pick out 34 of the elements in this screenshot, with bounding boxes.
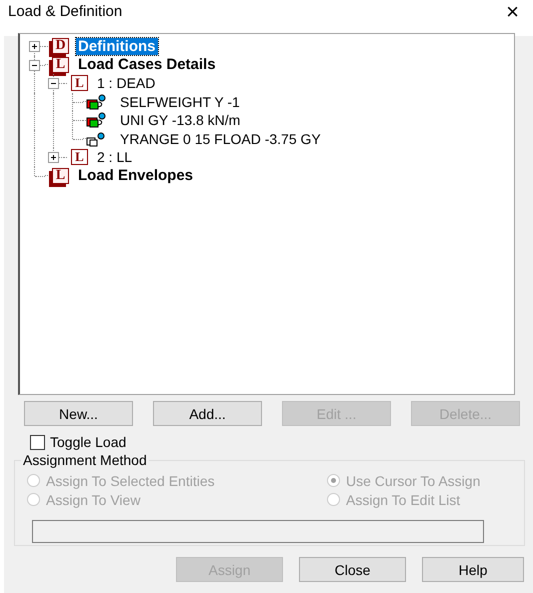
action-button[interactable]: Add... <box>153 401 262 426</box>
checkbox[interactable] <box>30 434 45 450</box>
checkbox-label: Toggle Load <box>50 434 126 450</box>
letter-badge: L <box>52 56 69 73</box>
expander[interactable] <box>29 41 40 52</box>
radio-label: Assign To Edit List <box>346 492 460 508</box>
expander[interactable] <box>48 152 59 163</box>
radio-label: Assign To Selected Entities <box>46 472 215 488</box>
letter-badge: L <box>52 168 69 184</box>
load-icon <box>86 94 106 110</box>
radio-label: Use Cursor To Assign <box>346 472 480 488</box>
dialog-button[interactable]: Close <box>299 557 406 582</box>
tree-item[interactable]: Load Cases Details <box>76 56 218 74</box>
radio-label: Assign To View <box>46 492 140 508</box>
tree-item[interactable]: Definitions <box>76 38 158 55</box>
close-button[interactable]: × <box>506 0 519 25</box>
letter-badge: L <box>71 149 88 166</box>
action-button[interactable]: New... <box>24 401 133 426</box>
tree-item[interactable]: Load Envelopes <box>76 167 196 184</box>
tree-item[interactable]: 2 : LL <box>95 149 134 166</box>
letter-badge: D <box>52 38 69 54</box>
letter-badge: L <box>71 75 88 92</box>
tree-item[interactable]: YRANGE 0 15 FLOAD -3.75 GY <box>118 130 323 147</box>
outline-load-icon <box>86 130 106 147</box>
expander[interactable] <box>29 60 40 70</box>
expander[interactable] <box>48 78 59 89</box>
dialog-button[interactable]: Help <box>422 557 524 582</box>
group-title: Assignment Method <box>21 452 149 468</box>
input-field[interactable] <box>32 520 484 543</box>
load-icon <box>86 112 106 128</box>
tree-item[interactable]: 1 : DEAD <box>95 75 158 92</box>
tree-item[interactable]: SELFWEIGHT Y -1 <box>118 94 242 110</box>
window-title: Load & Definition <box>8 2 122 20</box>
tree-item[interactable]: UNI GY -13.8 kN/m <box>118 112 242 128</box>
